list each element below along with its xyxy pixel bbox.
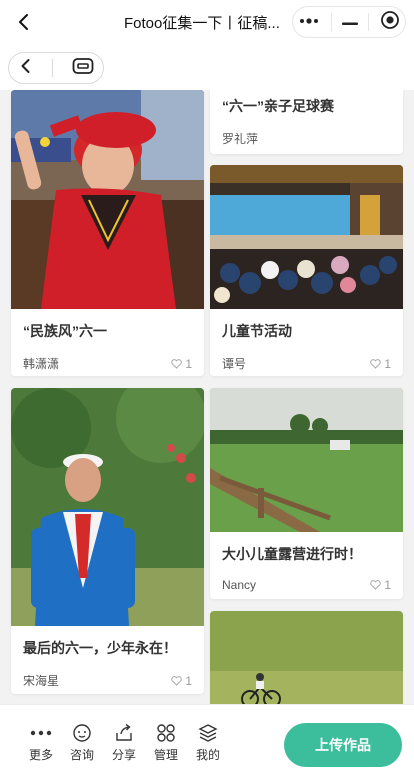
more-dots-icon[interactable] — [298, 13, 320, 31]
chat-icon — [73, 724, 91, 742]
minus-icon[interactable] — [341, 13, 358, 31]
share-button[interactable]: 分享 — [107, 723, 141, 763]
like-button[interactable]: 1 — [370, 357, 391, 371]
like-count: 1 — [384, 356, 391, 371]
miniprogram-capsule — [292, 6, 406, 38]
heart-icon — [370, 580, 382, 590]
work-photo — [11, 90, 204, 309]
work-title: 大小儿童露营进行时！ — [222, 546, 362, 562]
work-photo — [210, 165, 403, 309]
more-label: 更多 — [28, 748, 53, 762]
work-title: 最后的六一，少年永在！ — [23, 640, 177, 656]
like-count: 1 — [185, 356, 192, 371]
mini-capsule — [8, 52, 104, 84]
capsule-divider — [368, 13, 370, 31]
work-meta: Nancy 1 — [210, 578, 403, 592]
like-button[interactable]: 1 — [171, 357, 192, 371]
like-button[interactable]: 1 — [370, 578, 391, 592]
work-photo — [11, 388, 204, 626]
work-photo — [210, 388, 403, 532]
more-dots-icon — [30, 730, 52, 736]
work-card[interactable]: “民族风”六一 韩潇潇 1 — [11, 90, 204, 376]
work-meta: 罗礼萍 — [210, 130, 403, 147]
target-icon[interactable] — [380, 10, 400, 35]
consult-button[interactable]: 咨询 — [65, 723, 99, 763]
mine-button[interactable]: 我的 — [191, 723, 225, 763]
work-photo — [210, 611, 403, 704]
manage-label: 管理 — [153, 748, 178, 762]
author-name: 罗礼萍 — [222, 132, 259, 146]
upload-button[interactable]: 上传作品 — [284, 723, 402, 767]
manage-button[interactable]: 管理 — [149, 723, 183, 763]
author-name: Nancy — [222, 578, 257, 592]
page-title: Fotoo征集一下丨征稿... — [124, 15, 280, 32]
author-name: 谭号 — [222, 357, 247, 371]
capsule-divider — [330, 13, 332, 31]
like-count: 1 — [185, 673, 192, 688]
work-title: “六一”亲子足球赛 — [222, 98, 334, 114]
grid-icon — [157, 724, 175, 742]
work-meta: 宋海星 1 — [11, 672, 204, 689]
work-meta: 谭号 1 — [210, 355, 403, 372]
sub-toolbar — [0, 44, 414, 90]
heart-icon — [370, 358, 382, 369]
work-card[interactable] — [210, 611, 403, 704]
work-card[interactable]: 最后的六一，少年永在！ 宋海星 1 — [11, 388, 204, 694]
top-navbar: Fotoo征集一下丨征稿... — [0, 0, 414, 44]
like-button[interactable]: 1 — [171, 674, 192, 688]
layers-icon — [198, 724, 218, 742]
consult-label: 咨询 — [69, 748, 94, 762]
bottom-toolbar: 更多 咨询 分享 管理 我的 上传作品 — [0, 704, 414, 780]
more-button[interactable]: 更多 — [24, 723, 58, 763]
work-card[interactable]: “六一”亲子足球赛 罗礼萍 — [210, 90, 403, 154]
share-label: 分享 — [111, 748, 136, 762]
work-card[interactable]: 儿童节活动 谭号 1 — [210, 165, 403, 376]
author-name: 宋海星 — [23, 674, 60, 688]
works-feed: “民族风”六一 韩潇潇 1 “六一”亲子足球赛 罗礼萍 儿童节活动 谭号 1 最… — [0, 90, 414, 704]
tv-icon[interactable] — [72, 57, 94, 80]
work-title: 儿童节活动 — [222, 323, 292, 339]
like-count: 1 — [384, 578, 391, 592]
chevron-left-icon[interactable] — [18, 58, 34, 79]
author-name: 韩潇潇 — [23, 357, 60, 371]
capsule-divider — [52, 59, 54, 77]
work-title: “民族风”六一 — [23, 323, 107, 339]
heart-icon — [171, 358, 183, 369]
work-meta: 韩潇潇 1 — [11, 355, 204, 372]
share-icon — [116, 723, 132, 741]
heart-icon — [171, 675, 183, 686]
mine-label: 我的 — [195, 748, 220, 762]
work-card[interactable]: 大小儿童露营进行时！ Nancy 1 — [210, 388, 403, 599]
back-icon[interactable] — [10, 8, 38, 36]
